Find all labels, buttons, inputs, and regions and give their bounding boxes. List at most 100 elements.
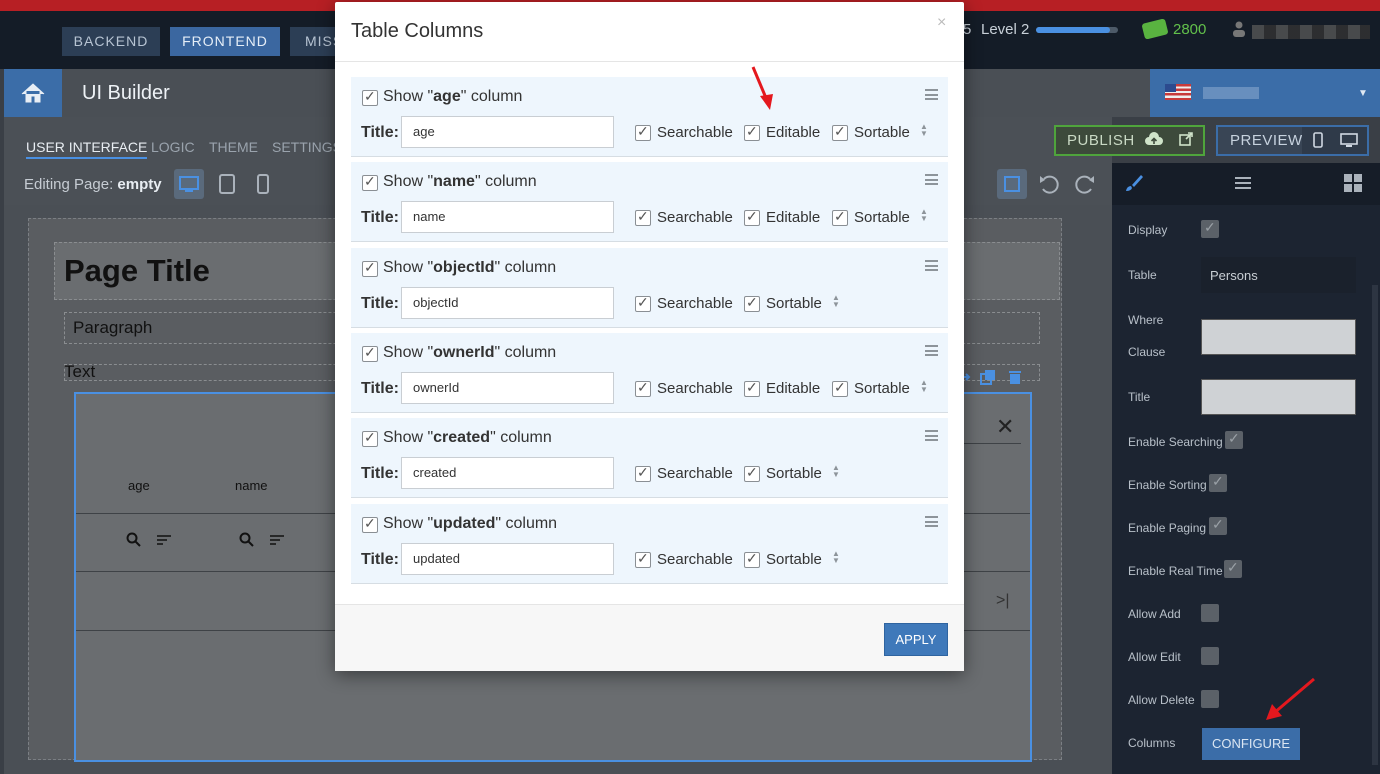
editable-checkbox[interactable]	[744, 208, 760, 226]
searchable-checkbox[interactable]	[635, 294, 651, 312]
home-button[interactable]	[4, 69, 62, 117]
close-icon[interactable]: ×	[937, 14, 946, 32]
searchable-checkbox[interactable]	[635, 550, 651, 568]
enable-paging-checkbox[interactable]	[1209, 516, 1227, 535]
column-title-input[interactable]: name	[401, 201, 614, 233]
last-page-icon[interactable]: >|	[996, 592, 1010, 610]
show-column-checkbox[interactable]	[362, 429, 378, 447]
sort-order-icon[interactable]: ▲ ▼	[832, 464, 840, 479]
user-icon[interactable]	[1233, 21, 1245, 37]
enable-sorting-checkbox[interactable]	[1209, 473, 1227, 492]
table-header-name[interactable]: name	[235, 478, 268, 493]
sortable-checkbox[interactable]	[832, 123, 848, 141]
table-select[interactable]: Persons	[1201, 257, 1356, 293]
mobile-preview-icon[interactable]	[1311, 132, 1325, 148]
searchable-checkbox[interactable]	[635, 464, 651, 482]
sort-order-icon[interactable]: ▲ ▼	[920, 123, 928, 138]
editable-checkbox[interactable]	[744, 123, 760, 141]
search-icon[interactable]	[239, 532, 255, 548]
column-title-input[interactable]: ownerId	[401, 372, 614, 404]
searchable-checkbox[interactable]	[635, 208, 651, 226]
sortable-checkbox[interactable]	[744, 550, 760, 568]
title-label: Title:	[361, 465, 399, 482]
drag-handle-icon[interactable]	[925, 260, 938, 271]
sort-icon[interactable]	[269, 533, 285, 547]
grid-icon[interactable]	[1343, 173, 1363, 193]
select-mode-button[interactable]	[997, 169, 1027, 199]
desktop-preview-icon[interactable]	[1340, 132, 1358, 148]
brush-icon[interactable]	[1124, 173, 1144, 193]
allow-delete-checkbox[interactable]	[1201, 690, 1219, 708]
tab-frontend[interactable]: FRONTEND	[170, 27, 280, 56]
enable-realtime-checkbox[interactable]	[1224, 559, 1242, 578]
show-column-checkbox[interactable]	[362, 259, 378, 277]
column-name: updated	[433, 515, 496, 532]
dialog-title: Table Columns	[351, 20, 484, 42]
drag-handle-icon[interactable]	[925, 174, 938, 185]
sortable-checkbox[interactable]	[744, 464, 760, 482]
tablet-view-button[interactable]	[212, 169, 242, 199]
drag-handle-icon[interactable]	[925, 516, 938, 527]
editable-checkbox[interactable]	[744, 379, 760, 397]
sortable-label: Sortable	[766, 465, 822, 482]
sortable-checkbox[interactable]	[832, 379, 848, 397]
sortable-checkbox[interactable]	[832, 208, 848, 226]
apply-button[interactable]: APPLY	[884, 623, 948, 656]
column-row-created: Show "created" columnTitle:createdSearch…	[351, 418, 948, 498]
duplicate-icon[interactable]	[980, 369, 996, 385]
tab-logic[interactable]: LOGIC	[151, 139, 195, 155]
column-title-input[interactable]: updated	[401, 543, 614, 575]
sort-order-icon[interactable]: ▲ ▼	[920, 208, 928, 223]
drag-handle-icon[interactable]	[925, 345, 938, 356]
desktop-view-button[interactable]	[174, 169, 204, 199]
enable-searching-checkbox[interactable]	[1225, 430, 1243, 449]
search-icon[interactable]	[126, 532, 142, 548]
text-element[interactable]: Text	[64, 362, 95, 382]
display-checkbox[interactable]	[1201, 219, 1219, 238]
page-title[interactable]: Page Title	[64, 253, 210, 289]
sort-order-icon[interactable]: ▲ ▼	[832, 294, 840, 309]
where-clause-input[interactable]	[1201, 319, 1356, 355]
drag-handle-icon[interactable]	[925, 89, 938, 100]
column-title-input[interactable]: created	[401, 457, 614, 489]
external-link-icon[interactable]	[1178, 131, 1194, 147]
tab-user-interface[interactable]: USER INTERFACE	[26, 139, 148, 159]
cloud-upload-icon[interactable]	[1145, 132, 1163, 148]
sortable-checkbox[interactable]	[744, 294, 760, 312]
undo-icon[interactable]	[1036, 171, 1062, 197]
column-title-input[interactable]: age	[401, 116, 614, 148]
allow-add-checkbox[interactable]	[1201, 604, 1219, 622]
redo-icon[interactable]	[1072, 171, 1098, 197]
show-column-checkbox[interactable]	[362, 88, 378, 106]
panel-scrollbar[interactable]	[1372, 285, 1378, 765]
tab-theme[interactable]: THEME	[209, 139, 258, 155]
sort-icon[interactable]	[156, 533, 172, 547]
sort-order-icon[interactable]: ▲ ▼	[920, 379, 928, 394]
tab-missions[interactable]: MISS	[290, 27, 342, 56]
title-input[interactable]	[1201, 379, 1356, 415]
show-column-checkbox[interactable]	[362, 344, 378, 362]
searchable-checkbox[interactable]	[635, 123, 651, 141]
searchable-label: Searchable	[657, 465, 733, 482]
sort-order-icon[interactable]: ▲ ▼	[832, 550, 840, 565]
mobile-view-button[interactable]	[248, 169, 278, 199]
table-header-age[interactable]: age	[128, 478, 150, 493]
show-column-checkbox[interactable]	[362, 515, 378, 533]
tab-backend[interactable]: BACKEND	[62, 27, 160, 56]
tab-settings[interactable]: SETTINGS	[272, 139, 342, 155]
menu-icon[interactable]	[1234, 175, 1252, 191]
level-label: Level 2	[981, 21, 1030, 38]
configure-button[interactable]: CONFIGURE	[1202, 728, 1300, 760]
show-prefix: Show "	[383, 429, 434, 446]
close-icon[interactable]: ✕	[996, 414, 1014, 440]
searchable-checkbox[interactable]	[635, 379, 651, 397]
drag-handle-icon[interactable]	[925, 430, 938, 441]
column-title-input[interactable]: objectId	[401, 287, 614, 319]
chevron-down-icon[interactable]: ▼	[1358, 88, 1368, 99]
allow-edit-checkbox[interactable]	[1201, 647, 1219, 665]
show-column-checkbox[interactable]	[362, 173, 378, 191]
user-name-redacted[interactable]	[1252, 25, 1370, 39]
level-number: 5	[963, 21, 972, 38]
paragraph[interactable]: Paragraph	[73, 318, 152, 338]
trash-icon[interactable]	[1008, 369, 1022, 385]
